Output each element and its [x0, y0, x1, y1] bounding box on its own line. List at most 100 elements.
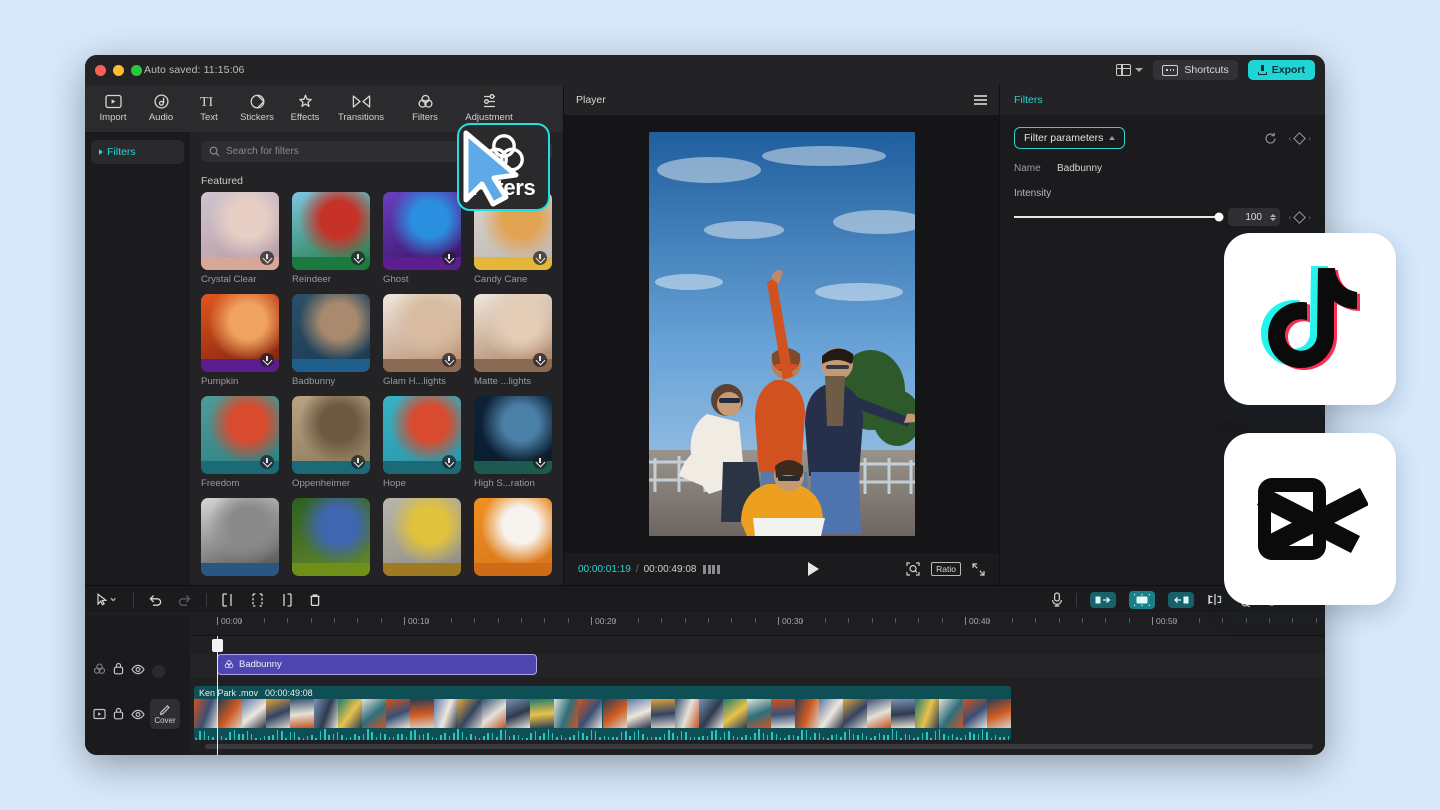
filter-thumbnail[interactable]	[201, 294, 279, 372]
intensity-keyframe-group[interactable]: ‹ ›	[1289, 213, 1311, 222]
download-icon[interactable]	[533, 455, 547, 469]
mirror-right-button[interactable]	[1168, 592, 1194, 608]
video-track-icon[interactable]	[93, 707, 106, 725]
cover-button[interactable]: Cover	[150, 699, 180, 729]
select-tool-button[interactable]	[95, 593, 119, 606]
reset-icon[interactable]	[1264, 132, 1277, 145]
redo-button[interactable]	[177, 593, 192, 606]
ratio-button[interactable]: Ratio	[931, 562, 961, 576]
filter-thumbnail[interactable]	[201, 396, 279, 474]
toolbar-item-adjustment[interactable]: Adjustment	[457, 94, 521, 123]
toolbar-item-effects[interactable]: Effects	[281, 94, 329, 123]
download-icon[interactable]	[260, 251, 274, 265]
filter-cell[interactable]: Freedom	[201, 396, 279, 489]
maximize-window-button[interactable]	[131, 65, 142, 76]
playhead-handle[interactable]	[212, 639, 223, 652]
filter-thumbnail[interactable]	[201, 192, 279, 270]
delete-button[interactable]	[308, 593, 322, 607]
shortcuts-button[interactable]: Shortcuts	[1153, 60, 1237, 80]
filter-thumbnail[interactable]	[292, 396, 370, 474]
filter-thumbnail[interactable]	[383, 396, 461, 474]
layout-switch-button[interactable]	[1116, 64, 1143, 76]
intensity-stepper[interactable]	[1270, 214, 1276, 221]
filter-thumbnail[interactable]	[292, 498, 370, 576]
visibility-icon[interactable]	[131, 707, 145, 725]
filter-parameters-toggle[interactable]: Filter parameters	[1014, 127, 1125, 149]
intensity-input[interactable]: 100	[1228, 208, 1280, 226]
filter-cell[interactable]: Oppenheimer	[292, 396, 370, 489]
auto-cutout-button[interactable]	[1129, 591, 1155, 609]
zoom-fit-icon[interactable]	[906, 562, 920, 576]
filter-cell[interactable]: Matte ...lights	[474, 294, 552, 387]
filter-cell[interactable]: Reindeer	[292, 192, 370, 285]
download-icon[interactable]	[260, 455, 274, 469]
undo-button[interactable]	[148, 593, 163, 606]
intensity-slider[interactable]	[1014, 216, 1219, 218]
filter-clip[interactable]: Badbunny	[217, 654, 537, 675]
download-icon[interactable]	[442, 353, 456, 367]
download-icon[interactable]	[351, 251, 365, 265]
toolbar-item-filters[interactable]: Filters	[393, 94, 457, 123]
filter-thumbnail[interactable]	[474, 498, 552, 576]
split-left-button[interactable]	[221, 593, 236, 607]
playhead[interactable]	[217, 636, 218, 755]
download-icon[interactable]	[260, 353, 274, 367]
mirror-left-button[interactable]	[1090, 592, 1116, 608]
lock-icon[interactable]	[113, 707, 124, 725]
toolbar-item-audio[interactable]: Audio	[137, 94, 185, 123]
toolbar-item-import[interactable]: Import	[89, 94, 137, 123]
download-icon[interactable]	[533, 251, 547, 265]
filter-thumbnail[interactable]	[474, 294, 552, 372]
snap-button[interactable]	[1207, 593, 1223, 606]
filter-thumbnail[interactable]	[292, 192, 370, 270]
minimize-window-button[interactable]	[113, 65, 124, 76]
frames-icon[interactable]	[703, 565, 720, 574]
filter-cell[interactable]: Ghost	[383, 192, 461, 285]
filter-thumbnail[interactable]	[201, 498, 279, 576]
keyframe-prev-icon[interactable]: ‹	[1289, 213, 1292, 222]
keyframe-next-icon[interactable]: ›	[1308, 213, 1311, 222]
visibility-icon[interactable]	[131, 662, 145, 680]
toolbar-item-transitions[interactable]: Transitions	[329, 94, 393, 123]
video-clip[interactable]: Ken Park .mov 00:00:49:08	[194, 686, 1011, 740]
sidebar-item-filters[interactable]: Filters	[91, 140, 184, 164]
filter-thumbnail[interactable]	[383, 294, 461, 372]
export-button[interactable]: Export	[1248, 60, 1315, 80]
filter-thumbnail[interactable]	[383, 498, 461, 576]
filter-cell[interactable]: Pumpkin	[201, 294, 279, 387]
timeline-scrollbar[interactable]	[205, 744, 1313, 749]
video-preview[interactable]	[649, 132, 915, 536]
split-right-button[interactable]	[279, 593, 294, 607]
filter-cell[interactable]: Glam H...lights	[383, 294, 461, 387]
keyframe-prev-icon[interactable]: ‹	[1289, 134, 1292, 143]
keyframe-next-icon[interactable]: ›	[1308, 134, 1311, 143]
filter-thumbnail[interactable]	[292, 294, 370, 372]
filter-cell[interactable]: Hope	[383, 396, 461, 489]
download-icon[interactable]	[442, 455, 456, 469]
download-icon[interactable]	[533, 353, 547, 367]
download-icon[interactable]	[351, 455, 365, 469]
toolbar-item-text[interactable]: TI Text	[185, 94, 233, 123]
record-voiceover-button[interactable]	[1051, 592, 1063, 607]
filter-cell[interactable]: Badbunny	[292, 294, 370, 387]
keyframe-icon[interactable]	[1293, 132, 1306, 145]
fullscreen-icon[interactable]	[972, 563, 985, 576]
filter-cell[interactable]	[292, 498, 370, 576]
filter-cell[interactable]	[201, 498, 279, 576]
filter-cell[interactable]: High S...ration	[474, 396, 552, 489]
close-window-button[interactable]	[95, 65, 106, 76]
intensity-knob[interactable]	[1214, 213, 1223, 222]
split-button[interactable]	[250, 593, 265, 607]
timeline-ruler[interactable]: 00:0000:1000:2000:3000:4000:5001:00	[190, 614, 1325, 636]
filter-cell[interactable]	[474, 498, 552, 576]
lock-icon[interactable]	[113, 662, 124, 680]
download-icon[interactable]	[442, 251, 456, 265]
toolbar-item-stickers[interactable]: Stickers	[233, 94, 281, 123]
filter-thumbnail[interactable]	[383, 192, 461, 270]
filter-thumbnail[interactable]	[474, 396, 552, 474]
filter-track-icon[interactable]	[93, 662, 106, 680]
play-button[interactable]	[808, 562, 819, 576]
keyframe-icon[interactable]	[1293, 211, 1306, 224]
player-menu-icon[interactable]	[974, 95, 987, 104]
keyframe-group[interactable]: ‹ ›	[1289, 134, 1311, 143]
